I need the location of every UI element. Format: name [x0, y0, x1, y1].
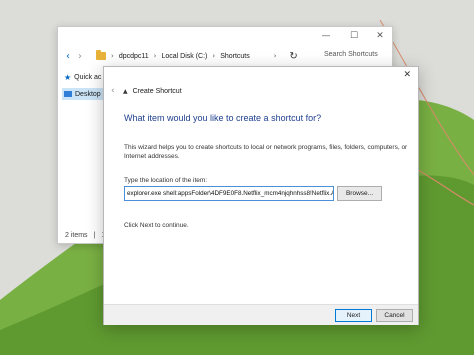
refresh-icon[interactable]: ↻ [288, 51, 300, 62]
continue-hint: Click Next to continue. [124, 222, 189, 229]
back-arrow-icon[interactable]: ‹ [62, 51, 74, 62]
breadcrumb-item-shortcuts[interactable]: Shortcuts [220, 53, 250, 60]
location-label: Type the location of the item: [124, 177, 208, 184]
dialog-header: ‹ ▲ Create Shortcut [111, 85, 182, 97]
folder-icon [96, 50, 106, 60]
page-title: What item would you like to create a sho… [124, 113, 322, 123]
location-input[interactable]: explorer.exe shell:appsFolder\4DF9E0F8.N… [124, 186, 334, 201]
sidebar-item-label: Desktop [75, 90, 101, 98]
breadcrumb-separator-icon: › [153, 52, 157, 60]
breadcrumb-dropdown-icon[interactable]: › [274, 52, 277, 60]
forward-arrow-icon[interactable]: › [74, 51, 86, 62]
sidebar-item-quick-access[interactable]: ★ Quick ac [64, 71, 101, 83]
maximize-button[interactable]: ☐ [348, 30, 360, 42]
sidebar-item-label: Quick ac [74, 73, 102, 81]
close-icon[interactable]: ✕ [403, 70, 411, 80]
back-arrow-icon[interactable]: ‹ [111, 86, 121, 96]
status-divider: | [93, 232, 96, 239]
shortcut-wizard-icon: ▲ [123, 87, 128, 95]
next-button[interactable]: Next [335, 309, 372, 322]
explorer-titlebar[interactable]: — ☐ ✕ [58, 27, 392, 45]
dialog-title: Create Shortcut [132, 87, 182, 95]
item-count: 2 items [65, 232, 88, 239]
desktop-icon [64, 91, 72, 97]
breadcrumb-item-disk[interactable]: Local Disk (C:) [161, 53, 207, 60]
breadcrumb-item-user[interactable]: dpcdpc11 [119, 53, 149, 60]
cancel-button[interactable]: Cancel [376, 309, 413, 322]
create-shortcut-dialog[interactable]: ✕ ‹ ▲ Create Shortcut What item would yo… [103, 66, 419, 325]
sidebar-item-desktop[interactable]: Desktop [62, 88, 108, 100]
dialog-footer: Next Cancel [104, 304, 418, 325]
star-icon: ★ [64, 72, 72, 82]
search-input[interactable]: Search Shortcuts [324, 51, 378, 58]
status-bar: 2 items | 1 [65, 232, 105, 239]
breadcrumb-separator-icon: › [212, 52, 216, 60]
minimize-button[interactable]: — [320, 30, 332, 42]
wizard-description: This wizard helps you to create shortcut… [124, 144, 408, 160]
browse-button[interactable]: Browse... [337, 186, 382, 201]
breadcrumb-separator-icon: › [111, 52, 114, 60]
close-window-button[interactable]: ✕ [374, 30, 386, 42]
